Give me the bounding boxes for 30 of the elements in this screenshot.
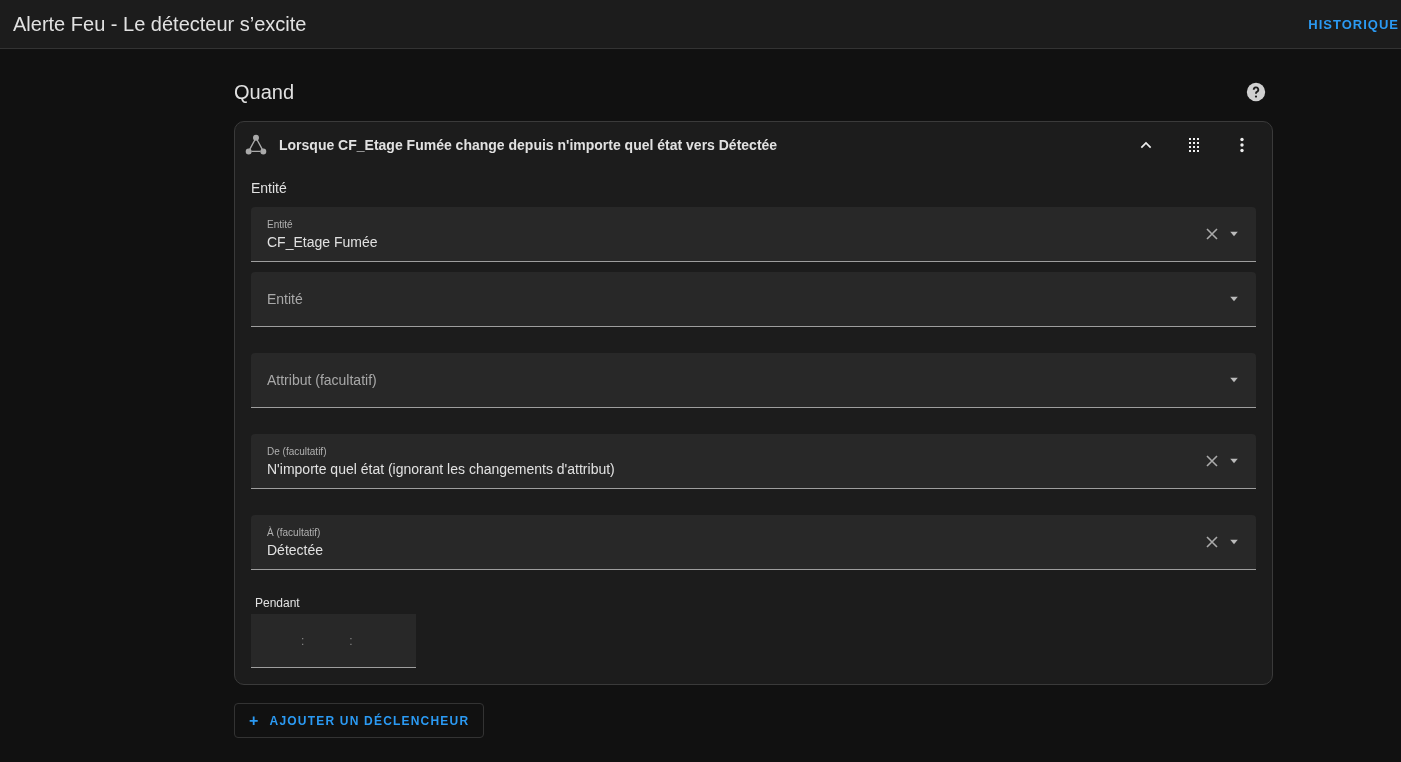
field-label: De (facultatif) — [267, 445, 328, 457]
plus-icon: + — [249, 711, 260, 730]
clear-icon[interactable] — [1204, 534, 1220, 550]
trigger-summary: Lorsque CF_Etage Fumée change depuis n'importe quel état vers Détectée — [279, 137, 779, 153]
duration-field[interactable]: : : — [251, 614, 416, 668]
select-field[interactable]: Attribut (facultatif) — [251, 353, 1256, 408]
page-title: Alerte Feu - Le détecteur s’excite — [13, 12, 307, 36]
field-label: À (facultatif) — [267, 526, 322, 538]
select-field[interactable]: Entité CF_Etage Fumée — [251, 207, 1256, 262]
select-field[interactable]: De (facultatif) N'importe quel état (ignorant les changements d'attribut) — [251, 434, 1256, 489]
field-value: N'importe quel état (ignorant les changements d'attribut) — [267, 460, 616, 477]
select-field[interactable]: Entité — [251, 272, 1256, 327]
dot-grid-icon — [1186, 137, 1202, 153]
help-icon[interactable] — [1245, 81, 1267, 103]
field-label: Attribut (facultatif) — [267, 372, 378, 388]
field-value: CF_Etage Fumée — [267, 233, 379, 250]
field-label: Entité — [267, 291, 304, 307]
time-separator: : — [301, 633, 305, 648]
field-value: Détectée — [267, 541, 325, 558]
section-title: Quand — [234, 80, 295, 104]
clear-icon[interactable] — [1204, 453, 1220, 469]
time-separator: : — [349, 633, 353, 648]
group-label: Entité — [251, 180, 288, 196]
history-link[interactable]: HISTORIQUE — [1308, 16, 1399, 32]
add-trigger-button[interactable]: + AJOUTER UN DÉCLENCHEUR — [234, 703, 485, 738]
clear-icon[interactable] — [1204, 226, 1220, 242]
duration-label: Pendant — [255, 596, 301, 610]
state-node-icon — [245, 134, 267, 156]
select-field[interactable]: À (facultatif) Détectée — [251, 515, 1256, 570]
field-label: Entité — [267, 218, 294, 230]
